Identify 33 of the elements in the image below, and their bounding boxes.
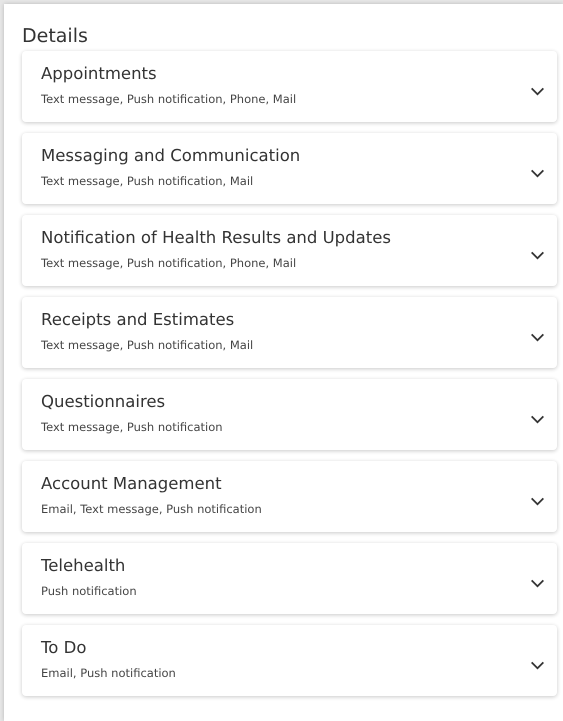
card-title: Telehealth (41, 555, 126, 577)
chevron-down-icon[interactable] (530, 251, 545, 260)
chevron-down-icon[interactable] (530, 579, 545, 588)
card-title: Notification of Health Results and Updates (41, 227, 391, 249)
card-subtitle: Text message, Push notification, Phone, Mail (41, 256, 298, 271)
card-subtitle: Email, Text message, Push notification (41, 502, 262, 517)
chevron-down-icon[interactable] (530, 415, 545, 424)
chevron-down-icon[interactable] (530, 333, 545, 342)
card-subtitle: Push notification (41, 584, 137, 599)
card-title: Appointments (41, 63, 158, 85)
accordion-card[interactable]: Notification of Health Results and Updates Text message, Push notification, Phone, Mail (22, 215, 557, 286)
card-subtitle: Text message, Push notification, Phone, Mail (41, 92, 296, 107)
accordion-card[interactable]: Telehealth Push notification (22, 543, 557, 614)
accordion-card[interactable]: Appointments Text message, Push notification, Phone, Mail (22, 51, 557, 122)
chevron-down-icon[interactable] (530, 87, 545, 96)
chevron-down-icon[interactable] (530, 661, 545, 670)
accordion-card[interactable]: Account Management Email, Text message, Push notification (22, 461, 557, 532)
card-subtitle: Text message, Push notification (41, 420, 223, 435)
card-title: To Do (41, 637, 88, 659)
card-subtitle: Text message, Push notification, Mail (41, 338, 254, 353)
chevron-down-icon[interactable] (530, 497, 545, 506)
card-title: Account Management (41, 473, 223, 495)
card-title: Questionnaires (41, 391, 166, 413)
accordion-card[interactable]: To Do Email, Push notification (22, 625, 557, 696)
card-subtitle: Email, Push notification (41, 666, 176, 681)
accordion-card[interactable]: Questionnaires Text message, Push notification (22, 379, 557, 450)
chevron-down-icon[interactable] (530, 169, 545, 178)
card-title: Messaging and Communication (41, 145, 300, 167)
accordion-card[interactable]: Messaging and Communication Text message, Push notification, Mail (22, 133, 557, 204)
card-title: Receipts and Estimates (41, 309, 236, 331)
accordion-card[interactable]: Receipts and Estimates Text message, Push notification, Mail (22, 297, 557, 368)
section-title: Details (22, 24, 89, 48)
card-subtitle: Text message, Push notification, Mail (41, 174, 254, 189)
